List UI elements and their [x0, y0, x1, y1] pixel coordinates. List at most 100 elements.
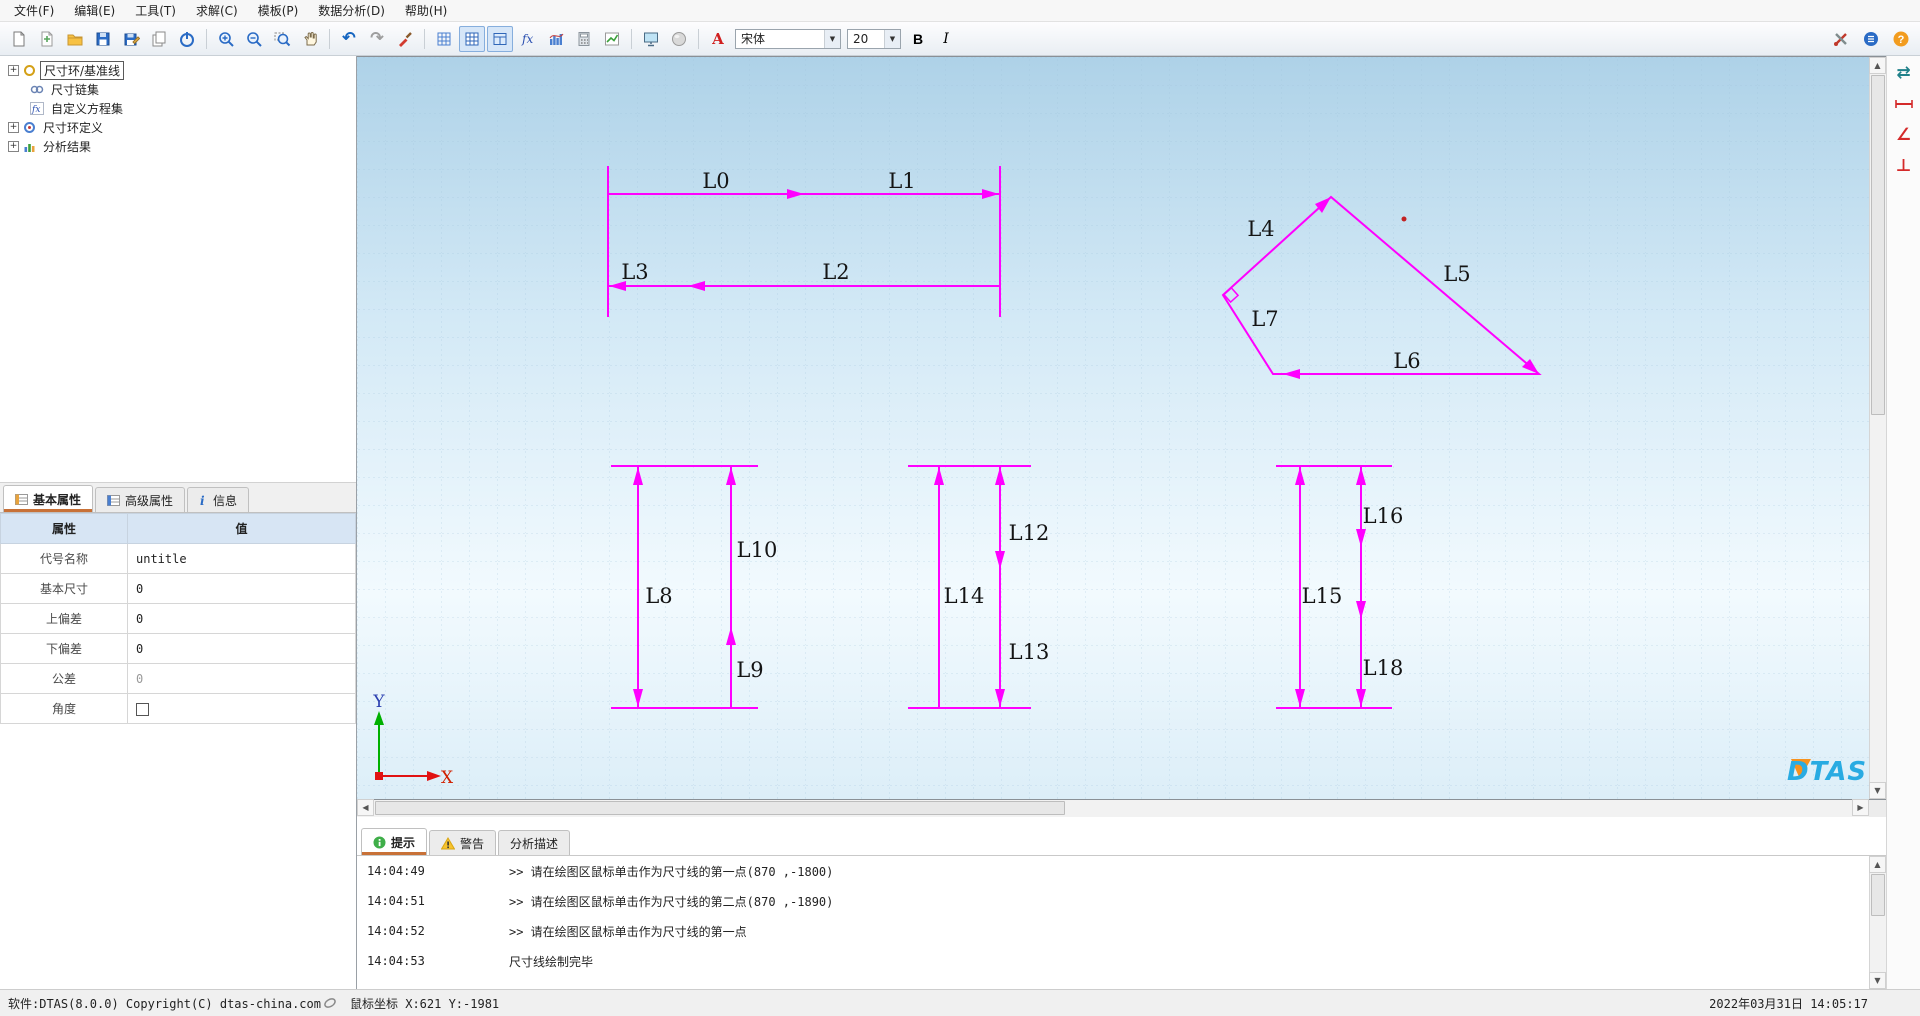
vertical-scroll-thumb[interactable]	[1871, 874, 1885, 916]
open-button[interactable]	[62, 26, 88, 52]
save-as-button[interactable]	[118, 26, 144, 52]
pan-button[interactable]	[297, 26, 323, 52]
tree-item-custom-equations[interactable]: fx 自定义方程集	[0, 99, 356, 118]
dim-label-l10: L10	[737, 538, 778, 562]
new-button[interactable]	[6, 26, 32, 52]
menu-data-analysis[interactable]: 数据分析(D)	[308, 0, 395, 22]
chevron-down-icon[interactable]: ▼	[824, 30, 840, 48]
font-family-select[interactable]: 宋体 ▼	[735, 29, 841, 49]
message-tabbar: 提示 警告 分析描述	[357, 826, 1886, 856]
horizontal-line-tool[interactable]	[1892, 93, 1916, 115]
power-button[interactable]	[174, 26, 200, 52]
bold-button[interactable]: B	[905, 26, 931, 52]
zoom-window-button[interactable]	[269, 26, 295, 52]
font-size-value: 20	[853, 32, 868, 46]
scroll-up-button[interactable]: ▲	[1869, 856, 1886, 873]
perpendicular-tool[interactable]: ⊥	[1892, 155, 1916, 177]
canvas-vertical-scrollbar[interactable]: ▲ ▼	[1869, 57, 1886, 799]
workspace: + 尺寸环/基准线 尺寸链集 fx 自定义方程集 + 尺寸环定义	[0, 56, 1920, 989]
grid-button[interactable]	[431, 26, 457, 52]
tab-info[interactable]: i 信息	[187, 487, 249, 512]
prop-value-code-name[interactable]: untitle	[128, 544, 356, 574]
tree-item-dimension-ring-definition[interactable]: + 尺寸环定义	[0, 118, 356, 137]
menu-template[interactable]: 模板(P)	[248, 0, 309, 22]
tree-item-analysis-results[interactable]: + 分析结果	[0, 137, 356, 156]
log-time: 14:04:51	[357, 894, 509, 908]
drawing-window-button[interactable]	[487, 26, 513, 52]
zoom-out-button[interactable]	[241, 26, 267, 52]
settings-tools-button[interactable]	[1828, 26, 1854, 52]
chain-link-icon	[30, 83, 44, 96]
toolbar-right-group: ?	[1828, 26, 1914, 52]
monitor-button[interactable]	[638, 26, 664, 52]
undo-button[interactable]: ↶	[336, 26, 362, 52]
grid-snap-icon	[463, 30, 481, 48]
vertical-scroll-thumb[interactable]	[1871, 75, 1885, 415]
angle-checkbox[interactable]	[136, 703, 149, 716]
histogram-button[interactable]	[543, 26, 569, 52]
tab-basic-properties[interactable]: 基本属性	[3, 485, 93, 512]
grid-snap-button[interactable]	[459, 26, 485, 52]
menu-edit[interactable]: 编辑(E)	[64, 0, 125, 22]
menu-tools[interactable]: 工具(T)	[125, 0, 186, 22]
format-brush-button[interactable]	[392, 26, 418, 52]
left-panel: + 尺寸环/基准线 尺寸链集 fx 自定义方程集 + 尺寸环定义	[0, 56, 357, 989]
calculator-button[interactable]	[571, 26, 597, 52]
help-button[interactable]: ?	[1888, 26, 1914, 52]
tab-label: 高级属性	[125, 492, 173, 509]
menu-help[interactable]: 帮助(H)	[395, 0, 457, 22]
drawing-window-icon	[491, 30, 509, 48]
info-icon: i	[199, 494, 208, 507]
tree-item-label: 尺寸环定义	[40, 119, 106, 136]
dim-label-l0: L0	[702, 169, 729, 193]
manual-button[interactable]	[1858, 26, 1884, 52]
advanced-properties-icon	[107, 494, 120, 507]
new-file-alt-icon	[38, 30, 56, 48]
dim-label-l13: L13	[1009, 640, 1050, 664]
zoom-in-button[interactable]	[213, 26, 239, 52]
prop-name: 下偏差	[1, 634, 128, 664]
model-tree-panel: + 尺寸环/基准线 尺寸链集 fx 自定义方程集 + 尺寸环定义	[0, 56, 356, 483]
horizontal-scroll-thumb[interactable]	[375, 801, 1065, 815]
menu-solve[interactable]: 求解(C)	[186, 0, 248, 22]
menu-file[interactable]: 文件(F)	[4, 0, 64, 22]
save-all-button[interactable]	[146, 26, 172, 52]
canvas-horizontal-scrollbar[interactable]: ◀ ▶	[357, 800, 1869, 817]
report-chart-button[interactable]	[599, 26, 625, 52]
log-vertical-scrollbar[interactable]: ▲ ▼	[1869, 856, 1886, 989]
scroll-up-button[interactable]: ▲	[1869, 57, 1886, 74]
prop-value-lower-deviation[interactable]: 0	[128, 634, 356, 664]
scroll-left-button[interactable]: ◀	[357, 799, 374, 816]
chevron-down-icon[interactable]: ▼	[884, 30, 900, 48]
prop-name: 基本尺寸	[1, 574, 128, 604]
prop-value-upper-deviation[interactable]: 0	[128, 604, 356, 634]
scroll-right-button[interactable]: ▶	[1852, 799, 1869, 816]
tab-warnings[interactable]: 警告	[429, 830, 496, 855]
redo-button[interactable]: ↷	[364, 26, 390, 52]
redo-icon: ↷	[370, 31, 383, 47]
expand-icon[interactable]: +	[8, 65, 19, 76]
parallel-dimension-tool[interactable]: ⇄	[1892, 62, 1916, 84]
angle-tool[interactable]: ∠	[1892, 124, 1916, 146]
drawing-canvas[interactable]: L0 L1 L2 L3 L4 L5 L6 L7 L8 L9 L10 L12	[357, 57, 1869, 799]
scroll-down-button[interactable]: ▼	[1869, 782, 1886, 799]
expand-icon[interactable]: +	[8, 122, 19, 133]
font-color-button[interactable]: A	[705, 26, 731, 52]
formula-button[interactable]: fx	[515, 26, 541, 52]
expand-icon[interactable]: +	[8, 141, 19, 152]
scroll-down-button[interactable]: ▼	[1869, 972, 1886, 989]
table-row: 公差 0	[1, 664, 356, 694]
tab-tips[interactable]: 提示	[361, 828, 427, 855]
italic-button[interactable]: I	[933, 26, 959, 52]
save-button[interactable]	[90, 26, 116, 52]
new-from-template-button[interactable]	[34, 26, 60, 52]
tab-analysis-description[interactable]: 分析描述	[498, 830, 570, 855]
toolbar-separator	[631, 29, 632, 49]
sphere-button[interactable]	[666, 26, 692, 52]
save-as-icon	[122, 30, 140, 48]
tab-advanced-properties[interactable]: 高级属性	[95, 487, 185, 512]
font-size-select[interactable]: 20 ▼	[847, 29, 901, 49]
tree-item-dimension-chain[interactable]: 尺寸链集	[0, 80, 356, 99]
tree-item-dimension-ring[interactable]: + 尺寸环/基准线	[0, 61, 356, 80]
prop-value-basic-size[interactable]: 0	[128, 574, 356, 604]
